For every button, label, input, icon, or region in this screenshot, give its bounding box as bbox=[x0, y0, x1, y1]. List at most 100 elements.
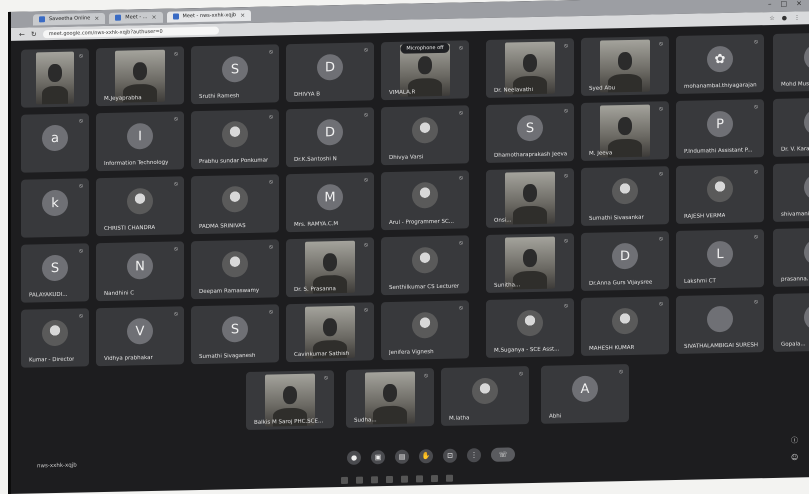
participant-tile[interactable]: ⦸ bbox=[21, 48, 89, 108]
participant-tile[interactable]: ⦸ Syed Abu bbox=[581, 36, 669, 96]
participant-name: MAHESH KUMAR bbox=[589, 344, 635, 352]
participant-tile[interactable]: a ⦸ bbox=[21, 113, 89, 173]
back-icon[interactable]: ← bbox=[19, 30, 25, 38]
taskbar-app-icon[interactable] bbox=[401, 475, 408, 483]
participant-tile[interactable]: M ⦸ Mrs. RAMYA.C.M bbox=[286, 172, 374, 233]
participant-name: Sumathi Sivasankar bbox=[589, 214, 644, 222]
participant-tile[interactable]: ⦸ Jenifera Vignesh bbox=[381, 300, 469, 361]
participant-tile[interactable]: ⦸ CHRISTI CHANDRA bbox=[96, 176, 184, 237]
participant-tile[interactable]: ⦸ Arul - Programmer SC... bbox=[381, 170, 469, 231]
participant-tile[interactable]: S ⦸ Sumathi Sivaganesh bbox=[191, 304, 279, 365]
maximize-icon[interactable]: □ bbox=[781, 0, 788, 8]
url-field[interactable]: meet.google.com/nws-xxhk-xqjb?authuser=0 bbox=[42, 26, 219, 38]
browser-menu-icon[interactable]: ⋮ bbox=[794, 14, 800, 21]
participant-tile[interactable]: ⦸prasanna... bbox=[773, 227, 809, 287]
participant-tile[interactable]: ⦸Gopala... bbox=[773, 292, 809, 352]
participant-video bbox=[505, 171, 555, 225]
camera-icon[interactable]: ▣ bbox=[371, 450, 385, 465]
profile-photo-avatar bbox=[707, 176, 733, 203]
taskbar-app-icon[interactable] bbox=[386, 475, 393, 484]
browser-tab[interactable]: Meet - ... × bbox=[109, 11, 163, 24]
mic-icon[interactable]: ● bbox=[347, 450, 361, 465]
participant-tile[interactable]: D ⦸ DHIVYA B bbox=[286, 42, 374, 103]
participant-tile[interactable]: S ⦸ Sruthi Ramesh bbox=[191, 44, 279, 105]
captions-icon[interactable]: ▤ bbox=[395, 449, 409, 464]
participant-tile[interactable]: ⦸ RAJESH VERMA bbox=[676, 164, 764, 225]
participant-tile[interactable]: S ⦸ PALAYAKUDI... bbox=[21, 243, 89, 303]
raise-hand-icon[interactable]: ✋ bbox=[419, 449, 433, 464]
video-body bbox=[607, 138, 643, 158]
browser-tab[interactable]: Saveetha Online × bbox=[33, 12, 106, 25]
participant-name: shivamani... bbox=[781, 211, 809, 218]
participant-tile[interactable]: ⦸ M.Suganya - SCE Asst... bbox=[486, 298, 574, 358]
participant-tile[interactable]: ⦸ Dhivya Varsi bbox=[381, 105, 469, 166]
participant-tile[interactable]: ⦸ Balkis M Saroj PHC.SCE... bbox=[246, 370, 334, 431]
participant-tile[interactable]: ⦸ SIVATHALAMBIGAI SURESH bbox=[676, 294, 764, 355]
participant-tile[interactable]: ⦸ MAHESH KUMAR bbox=[581, 296, 669, 356]
taskbar-app-icon[interactable] bbox=[446, 474, 453, 482]
participant-tile[interactable]: S ⦸ Dhamotharaprakash Jeeva bbox=[486, 103, 574, 163]
video-face bbox=[48, 63, 62, 82]
tab-close-icon[interactable]: × bbox=[94, 15, 99, 22]
initial-avatar: D bbox=[612, 243, 638, 270]
mic-muted-icon: ⦸ bbox=[754, 168, 758, 176]
participant-tile[interactable]: D ⦸ Dr.K.Santoshi N bbox=[286, 107, 374, 168]
taskbar-app-icon[interactable] bbox=[341, 476, 348, 485]
participant-tile[interactable]: ⦸shivamani... bbox=[773, 162, 809, 222]
participant-tile[interactable]: ⦸ Senthilkumar CS Lecturer bbox=[381, 235, 469, 296]
browser-tab-active[interactable]: Meet - nws-xxhk-xqjb × bbox=[166, 9, 252, 23]
participant-tile[interactable]: ⦸ M. Jeeva bbox=[581, 101, 669, 161]
info-icon[interactable]: ⓘ bbox=[791, 435, 798, 445]
participant-name: Cavinkumar Sathish bbox=[294, 350, 350, 359]
participant-name: SIVATHALAMBIGAI SURESH bbox=[684, 342, 759, 350]
participant-tile[interactable]: D ⦸ Dr.Anna Gurs Vijaysree bbox=[581, 231, 669, 291]
participant-tile[interactable]: ⦸Mohd Mus... bbox=[773, 32, 809, 92]
participant-tile[interactable]: I ⦸ Information Technology bbox=[96, 111, 184, 172]
participant-tile[interactable]: ⦸ Kumar - Director bbox=[21, 308, 89, 368]
profile-photo-avatar bbox=[472, 378, 498, 405]
participant-tile[interactable]: ⦸ PADMA SRINIVAS bbox=[191, 174, 279, 235]
participant-tile[interactable]: ⦸ Dr. S. Prasanna bbox=[286, 237, 374, 298]
participant-tile[interactable]: ✿ ⦸ mohanambal.thiyagarajan bbox=[676, 34, 764, 95]
reload-icon[interactable]: ↻ bbox=[31, 30, 37, 38]
participant-tile[interactable]: k ⦸ bbox=[21, 178, 89, 238]
taskbar-app-icon[interactable] bbox=[431, 474, 438, 483]
taskbar-app-icon[interactable] bbox=[416, 475, 423, 483]
present-icon[interactable]: ⊡ bbox=[443, 448, 457, 463]
mic-muted-icon: ⦸ bbox=[364, 46, 368, 54]
mic-muted-icon: ⦸ bbox=[364, 241, 368, 249]
participant-tile[interactable]: ⦸ Deepam Ramaswamy bbox=[191, 239, 279, 300]
participant-tile[interactable]: ⦸ M.latha bbox=[441, 366, 529, 426]
participant-name: Dr. Neelavathi bbox=[494, 87, 534, 94]
participant-tile[interactable]: ⦸ Dr. Neelavathi bbox=[486, 38, 574, 98]
participant-tile[interactable]: N ⦸ Nandhini C bbox=[96, 241, 184, 302]
participant-tile[interactable]: ⦸ Sunitha... bbox=[486, 233, 574, 293]
participant-tile[interactable]: ⦸ Sudha... bbox=[346, 368, 434, 428]
participant-name: M.Suganya - SCE Asst... bbox=[494, 346, 560, 354]
people-icon[interactable]: ☺ bbox=[791, 453, 798, 461]
participant-tile[interactable]: A ⦸ Abhi bbox=[541, 363, 629, 424]
leave-call-icon[interactable]: ☏ bbox=[491, 447, 515, 462]
minimize-icon[interactable]: – bbox=[768, 0, 772, 8]
participant-tile[interactable]: ⦸ Sumathi Sivasankar bbox=[581, 166, 669, 226]
participant-tile[interactable]: ⦸Dr. V. Kara... bbox=[773, 97, 809, 157]
participant-tile[interactable]: ⦸ Cavinkumar Sathish bbox=[286, 302, 374, 363]
participant-tile[interactable]: ⦸ VIMALA.R Microphone off bbox=[381, 40, 469, 101]
taskbar-app-icon[interactable] bbox=[356, 476, 363, 484]
participant-video bbox=[35, 51, 75, 105]
participant-tile[interactable]: ⦸ M.Jeyaprabha bbox=[96, 46, 184, 107]
participant-tile[interactable]: V ⦸ Vidhya prabhakar bbox=[96, 306, 184, 367]
participant-tile[interactable]: P ⦸ P.Indumathi Assistant P... bbox=[676, 99, 764, 160]
participant-tile[interactable]: L ⦸ Lakshmi CT bbox=[676, 229, 764, 290]
bookmark-star-icon[interactable]: ☆ bbox=[769, 15, 774, 22]
tab-title: Meet - nws-xxhk-xqjb bbox=[182, 12, 237, 20]
participant-tile[interactable]: ⦸ Onsi... bbox=[486, 168, 574, 228]
close-window-icon[interactable]: × bbox=[796, 0, 802, 7]
tab-close-icon[interactable]: × bbox=[151, 13, 156, 20]
more-icon[interactable]: ⋮ bbox=[467, 448, 481, 463]
tab-close-icon[interactable]: × bbox=[240, 12, 245, 19]
taskbar-app-icon[interactable] bbox=[371, 476, 378, 484]
profile-icon[interactable]: ● bbox=[782, 15, 787, 22]
participant-tile[interactable]: ⦸ Prabhu sundar Ponkumar bbox=[191, 109, 279, 170]
participant-name: Prabhu sundar Ponkumar bbox=[199, 157, 269, 165]
